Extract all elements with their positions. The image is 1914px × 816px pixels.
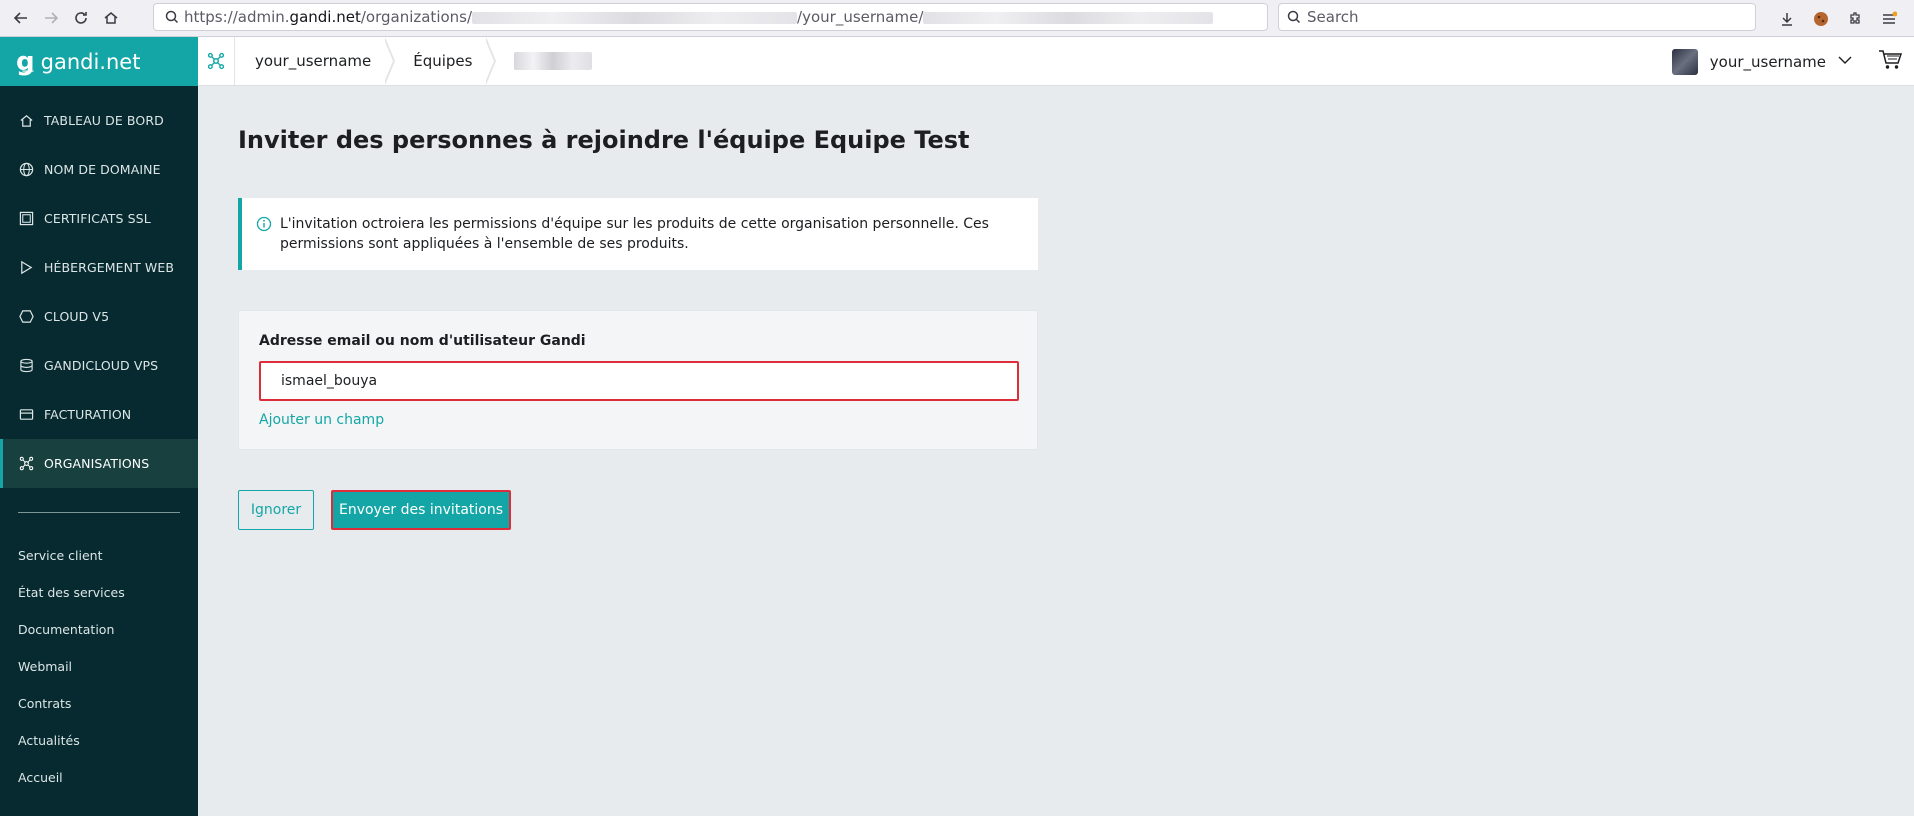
page-title: Inviter des personnes à rejoindre l'équi…	[238, 126, 970, 154]
info-icon	[256, 216, 272, 232]
back-icon[interactable]	[6, 3, 36, 33]
top-bar: your_username Équipes your_username	[198, 36, 1914, 86]
link-contracts[interactable]: Contrats	[0, 685, 198, 722]
link-webmail[interactable]: Webmail	[0, 648, 198, 685]
reload-icon[interactable]	[66, 3, 96, 33]
sidebar-item-label: CLOUD V5	[44, 309, 110, 324]
cookie-extension-icon[interactable]	[1806, 4, 1836, 34]
breadcrumb-organisation[interactable]: your_username	[234, 36, 396, 86]
browser-search-bar[interactable]: Search	[1278, 3, 1756, 31]
organisation-icon[interactable]	[198, 37, 234, 86]
sidebar-item-domains[interactable]: NOM DE DOMAINE	[0, 145, 198, 194]
play-icon	[18, 260, 34, 276]
url-text: https://admin.gandi.net/organizations//y…	[184, 8, 1214, 26]
info-notice: L'invitation octroiera les permissions d…	[238, 198, 1038, 270]
avatar	[1671, 48, 1698, 75]
sidebar-item-label: HÉBERGEMENT WEB	[44, 260, 175, 275]
sidebar-item-label: GANDICLOUD VPS	[44, 358, 159, 373]
email-field[interactable]	[259, 361, 1019, 401]
credit-card-icon	[18, 407, 34, 423]
sidebar-divider	[18, 512, 180, 513]
search-placeholder: Search	[1307, 8, 1359, 26]
home-browser-icon[interactable]	[96, 3, 126, 33]
link-service-status[interactable]: État des services	[0, 574, 198, 611]
home-icon	[18, 113, 34, 129]
globe-icon	[18, 162, 34, 178]
chevron-down-icon	[1838, 53, 1852, 71]
user-menu[interactable]: your_username	[1671, 37, 1903, 86]
sidebar-item-cloud[interactable]: CLOUD V5	[0, 292, 198, 341]
download-icon[interactable]	[1772, 4, 1802, 34]
sidebar-menu: TABLEAU DE BORD NOM DE DOMAINE CERTIFICA…	[0, 96, 198, 488]
hexagon-icon	[18, 309, 34, 325]
sidebar: ǥ gandi.net TABLEAU DE BORD NOM DE DOMAI…	[0, 37, 198, 816]
extensions-icon[interactable]	[1840, 4, 1870, 34]
link-documentation[interactable]: Documentation	[0, 611, 198, 648]
link-home[interactable]: Accueil	[0, 759, 198, 796]
url-bar[interactable]: https://admin.gandi.net/organizations//y…	[153, 3, 1268, 31]
forward-icon[interactable]	[36, 3, 66, 33]
invite-form: Adresse email ou nom d'utilisateur Gandi…	[238, 310, 1038, 450]
breadcrumb-teams[interactable]: Équipes	[393, 36, 497, 86]
sidebar-item-vps[interactable]: GANDICLOUD VPS	[0, 341, 198, 390]
gandi-logo-icon: ǥ	[16, 46, 35, 77]
email-field-label: Adresse email ou nom d'utilisateur Gandi	[259, 333, 586, 349]
sidebar-item-label: ORGANISATIONS	[44, 456, 150, 471]
sidebar-item-label: FACTURATION	[44, 407, 132, 422]
gandi-logo[interactable]: ǥ gandi.net	[0, 37, 198, 86]
sidebar-item-billing[interactable]: FACTURATION	[0, 390, 198, 439]
menu-icon[interactable]	[1874, 4, 1904, 34]
sidebar-item-label: CERTIFICATS SSL	[44, 211, 151, 226]
certificate-icon	[18, 211, 34, 227]
network-icon	[18, 456, 34, 472]
info-text: L'invitation octroiera les permissions d…	[280, 216, 989, 252]
username: your_username	[1709, 52, 1826, 71]
sidebar-links: Service client État des services Documen…	[0, 537, 198, 796]
add-field-link[interactable]: Ajouter un champ	[259, 412, 384, 428]
breadcrumb-team-redacted[interactable]	[494, 37, 614, 86]
cart-icon[interactable]	[1878, 49, 1903, 75]
search-icon	[160, 10, 184, 24]
link-service-client[interactable]: Service client	[0, 537, 198, 574]
send-invitations-button[interactable]: Envoyer des invitations	[331, 490, 511, 530]
sidebar-item-dashboard[interactable]: TABLEAU DE BORD	[0, 96, 198, 145]
logo-text: gandi.net	[40, 49, 141, 74]
sidebar-item-hosting[interactable]: HÉBERGEMENT WEB	[0, 243, 198, 292]
sidebar-item-ssl[interactable]: CERTIFICATS SSL	[0, 194, 198, 243]
sidebar-item-label: NOM DE DOMAINE	[44, 162, 161, 177]
browser-toolbar: https://admin.gandi.net/organizations//y…	[0, 0, 1914, 37]
sidebar-item-organisations[interactable]: ORGANISATIONS	[0, 439, 198, 488]
sidebar-item-label: TABLEAU DE BORD	[44, 113, 164, 128]
link-news[interactable]: Actualités	[0, 722, 198, 759]
server-icon	[18, 358, 34, 374]
ignore-button[interactable]: Ignorer	[238, 490, 314, 530]
search-icon	[1287, 10, 1301, 24]
